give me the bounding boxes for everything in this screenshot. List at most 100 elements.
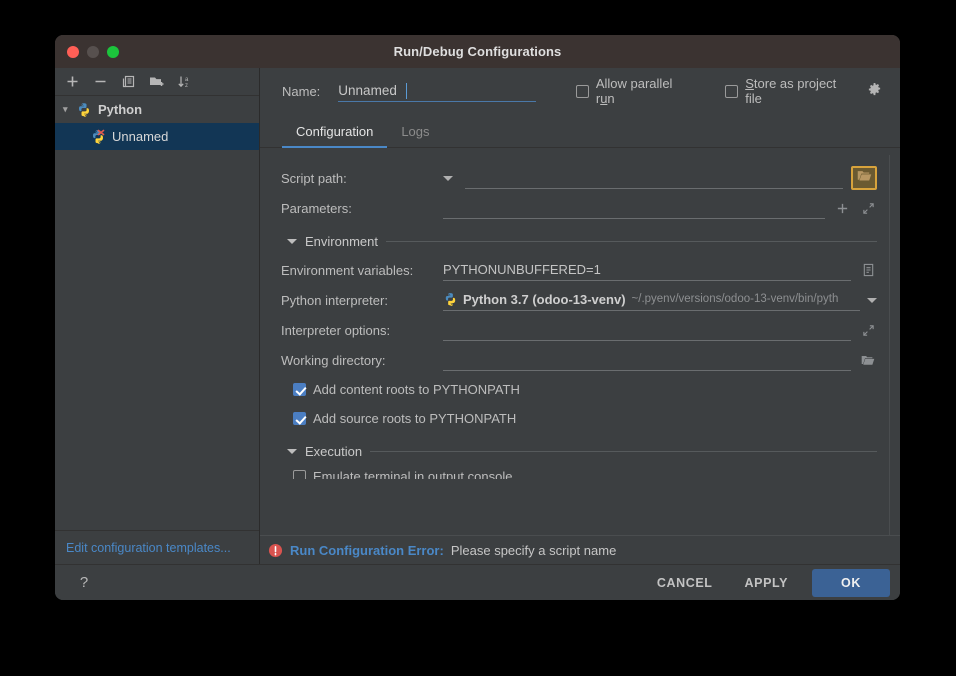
add-source-roots-row: Add source roots to PYTHONPATH — [281, 404, 877, 433]
parameters-row: Parameters: — [281, 193, 877, 223]
allow-parallel-run-checkbox[interactable]: Allow parallel run — [575, 76, 692, 106]
edit-list-icon[interactable] — [859, 261, 877, 279]
python-interpreter-combobox[interactable]: Python 3.7 (odoo-13-venv) ~/.pyenv/versi… — [443, 289, 860, 311]
chevron-down-icon[interactable] — [287, 448, 297, 454]
add-source-roots-checkbox[interactable]: Add source roots to PYTHONPATH — [293, 411, 516, 426]
working-directory-row: Working directory: — [281, 345, 877, 375]
configuration-tabs: Configuration Logs — [260, 114, 900, 148]
name-row: Name: Allow parallel run Store as projec… — [260, 68, 900, 114]
python-icon — [443, 292, 458, 307]
configuration-form: Script path: Parameters: Environment Env… — [268, 155, 889, 479]
interpreter-options-label: Interpreter options: — [281, 322, 391, 338]
configuration-pane: Name: Allow parallel run Store as projec… — [260, 68, 900, 564]
emulate-terminal-checkbox[interactable]: Emulate terminal in output console — [293, 465, 877, 479]
dialog-titlebar: Run/Debug Configurations — [55, 35, 900, 68]
sidebar-item-unnamed[interactable]: Unnamed — [55, 123, 259, 150]
python-icon — [76, 102, 94, 118]
folder-open-icon[interactable] — [859, 351, 877, 369]
working-directory-label: Working directory: — [281, 352, 386, 368]
script-path-dropdown-icon[interactable] — [443, 175, 453, 181]
configuration-scroll-area[interactable]: Script path: Parameters: Environment Env… — [268, 155, 890, 535]
sidebar-footer: Edit configuration templates... — [55, 530, 259, 564]
cancel-button[interactable]: CANCEL — [641, 570, 729, 596]
interpreter-options-row: Interpreter options: — [281, 315, 877, 345]
chevron-down-icon[interactable]: ▾ — [63, 104, 76, 115]
name-input[interactable] — [338, 80, 536, 102]
tab-configuration[interactable]: Configuration — [282, 124, 388, 148]
environment-section-title: Environment — [305, 233, 378, 249]
help-button[interactable]: ? — [73, 574, 95, 591]
zoom-window-button[interactable] — [107, 45, 119, 58]
run-debug-configurations-dialog: Run/Debug Configurations a z ▾ Python Un… — [55, 35, 900, 600]
dialog-title: Run/Debug Configurations — [393, 44, 562, 59]
close-window-button[interactable] — [67, 45, 79, 58]
parameters-label: Parameters: — [281, 200, 352, 216]
name-field-wrapper — [338, 80, 536, 102]
environment-variables-input[interactable]: PYTHONUNBUFFERED=1 — [443, 259, 851, 281]
add-content-roots-checkbox[interactable]: Add content roots to PYTHONPATH — [293, 382, 520, 397]
chevron-down-icon[interactable] — [287, 238, 297, 244]
sidebar-toolbar: a z — [55, 68, 259, 96]
folder-open-icon — [857, 169, 872, 188]
minimize-window-button[interactable] — [87, 45, 99, 58]
emulate-terminal-row: Emulate terminal in output console — [281, 465, 877, 479]
add-content-roots-row: Add content roots to PYTHONPATH — [281, 375, 877, 404]
parameters-input[interactable] — [443, 197, 825, 219]
add-icon[interactable] — [64, 73, 81, 90]
sort-alphabetically-icon[interactable]: a z — [176, 73, 193, 90]
tab-logs[interactable]: Logs — [387, 124, 443, 147]
section-divider — [385, 240, 877, 242]
add-content-roots-label: Add content roots to PYTHONPATH — [313, 382, 520, 397]
execution-section-title: Execution — [305, 443, 363, 459]
error-message: Please specify a script name — [450, 542, 617, 558]
execution-section-header[interactable]: Execution — [281, 437, 877, 465]
name-label: Name: — [282, 83, 321, 99]
script-path-label: Script path: — [281, 170, 347, 186]
configurations-tree: ▾ Python Unnamed — [55, 96, 259, 530]
checkbox-box[interactable] — [293, 412, 306, 425]
new-folder-icon[interactable] — [148, 73, 165, 90]
checkbox-box[interactable] — [293, 469, 306, 479]
checkbox-box[interactable] — [725, 84, 739, 98]
traffic-lights — [67, 35, 119, 68]
gear-icon[interactable] — [867, 82, 882, 100]
sidebar-item-label: Unnamed — [112, 129, 169, 144]
configurations-sidebar: a z ▾ Python Unnamed Edit configuration … — [55, 68, 260, 564]
expand-icon[interactable] — [859, 321, 877, 339]
script-path-input[interactable] — [465, 167, 843, 189]
remove-icon[interactable] — [92, 73, 109, 90]
tree-group-label: Python — [98, 102, 143, 117]
python-interpreter-path: ~/.pyenv/versions/odoo-13-venv/bin/pyth — [631, 293, 839, 305]
script-path-browse-button[interactable] — [851, 166, 877, 190]
python-interpreter-dropdown-icon[interactable] — [867, 297, 877, 303]
checkbox-box[interactable] — [575, 84, 589, 98]
error-title: Run Configuration Error: — [290, 542, 444, 558]
script-path-row: Script path: — [281, 163, 877, 193]
add-source-roots-label: Add source roots to PYTHONPATH — [313, 411, 517, 426]
text-caret — [406, 82, 408, 99]
interpreter-options-input[interactable] — [443, 319, 851, 341]
emulate-terminal-label: Emulate terminal in output console — [313, 468, 513, 480]
working-directory-input[interactable] — [443, 349, 851, 371]
expand-icon[interactable] — [859, 199, 877, 217]
edit-configuration-templates-link[interactable]: Edit configuration templates... — [66, 541, 231, 555]
error-icon — [268, 543, 283, 558]
apply-button[interactable]: APPLY — [729, 570, 805, 596]
environment-variables-label: Environment variables: — [281, 262, 414, 278]
python-error-icon — [90, 129, 108, 145]
python-interpreter-row: Python interpreter: Python 3.7 (odoo-13-… — [281, 285, 877, 315]
python-interpreter-value: Python 3.7 (odoo-13-venv) — [463, 291, 626, 307]
environment-variables-row: Environment variables: PYTHONUNBUFFERED=… — [281, 255, 877, 285]
environment-section-header[interactable]: Environment — [281, 227, 877, 255]
section-divider — [370, 450, 877, 452]
dialog-body: a z ▾ Python Unnamed Edit configuration … — [55, 68, 900, 564]
copy-icon[interactable] — [120, 73, 137, 90]
allow-parallel-run-label: Allow parallel run — [595, 76, 673, 106]
plus-icon[interactable] — [833, 199, 851, 217]
ok-button[interactable]: OK — [812, 568, 890, 597]
store-as-project-file-checkbox[interactable]: Store as project file — [725, 76, 882, 106]
tree-group-python[interactable]: ▾ Python — [55, 96, 259, 123]
checkbox-box[interactable] — [293, 383, 306, 396]
python-interpreter-label: Python interpreter: — [281, 292, 388, 308]
error-bar: Run Configuration Error: Please specify … — [260, 535, 900, 564]
